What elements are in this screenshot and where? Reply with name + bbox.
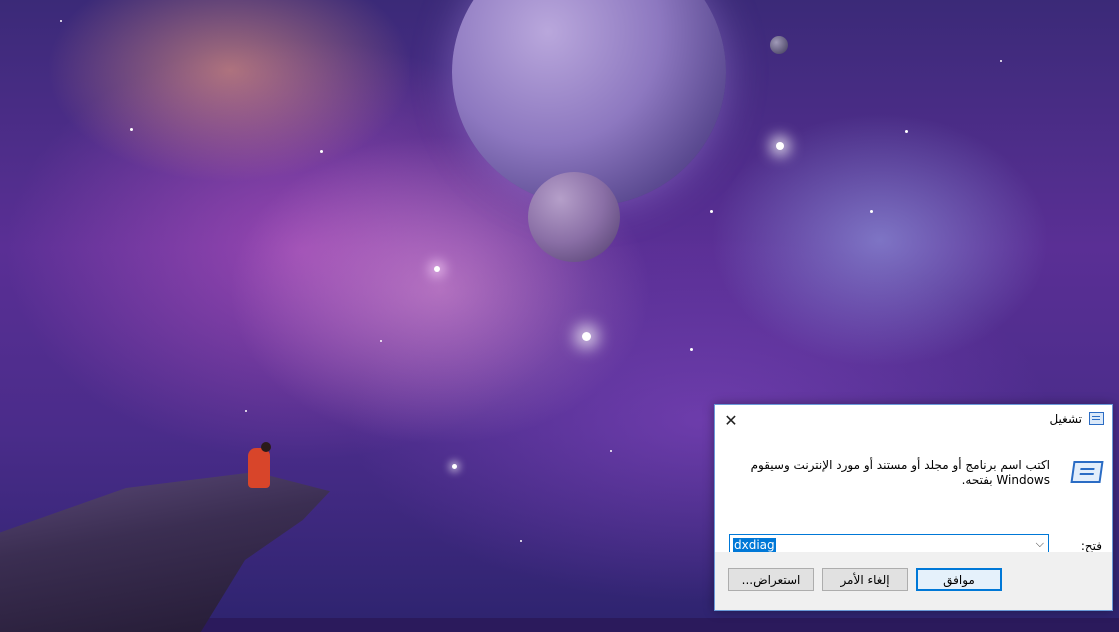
dialog-description: اكتب اسم برنامج أو مجلد أو مستند أو مورد…	[750, 458, 1050, 487]
star	[452, 464, 457, 469]
cancel-button[interactable]: إلغاء الأمر	[822, 568, 908, 591]
open-label: فتح:	[1080, 539, 1102, 553]
star	[1000, 60, 1002, 62]
person-figure	[248, 448, 270, 488]
close-button[interactable]: ✕	[715, 405, 747, 435]
star	[245, 410, 247, 412]
dialog-footer: موافق إلغاء الأمر استعراض...	[715, 552, 1112, 610]
star	[690, 348, 693, 351]
person-head	[261, 442, 271, 452]
close-icon: ✕	[724, 410, 738, 430]
star	[130, 128, 133, 131]
star	[520, 540, 522, 542]
star	[610, 450, 612, 452]
dialog-titlebar: تشغيل ✕	[715, 405, 1112, 435]
star	[870, 210, 873, 213]
moon	[528, 172, 620, 262]
star	[905, 130, 908, 133]
chevron-down-icon[interactable]: ⌵	[1036, 537, 1044, 551]
cliff	[0, 472, 330, 632]
browse-button[interactable]: استعراض...	[728, 568, 814, 591]
star	[710, 210, 713, 213]
run-dialog: تشغيل ✕ اكتب اسم برنامج أو مجلد أو مستند…	[714, 404, 1113, 611]
star	[60, 20, 62, 22]
star	[320, 150, 323, 153]
open-input[interactable]: dxdiag	[733, 538, 776, 552]
run-icon	[1070, 461, 1104, 483]
star	[434, 266, 440, 272]
star	[582, 332, 591, 341]
run-icon	[1089, 412, 1104, 425]
star	[776, 142, 784, 150]
ok-button[interactable]: موافق	[916, 568, 1002, 591]
dialog-title: تشغيل	[1049, 412, 1082, 426]
star	[380, 340, 382, 342]
distant-planet	[770, 36, 788, 54]
dialog-content: اكتب اسم برنامج أو مجلد أو مستند أو مورد…	[715, 435, 1112, 556]
